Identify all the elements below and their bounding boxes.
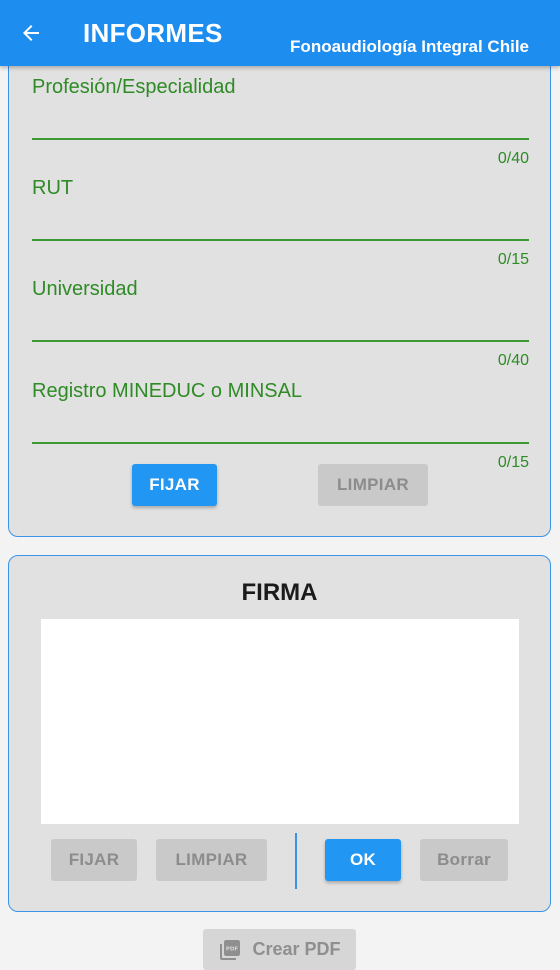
app-bar: INFORMES Fonoaudiología Integral Chile	[0, 0, 560, 66]
create-pdf-button[interactable]: PDF Crear PDF	[203, 929, 356, 970]
university-underline	[32, 340, 529, 342]
signature-card: FIRMA FIJAR LIMPIAR OK Borrar	[8, 555, 551, 912]
form-clear-button[interactable]: LIMPIAR	[318, 464, 428, 506]
signature-fix-button[interactable]: FIJAR	[51, 839, 137, 881]
registry-counter: 0/15	[497, 454, 529, 471]
signature-clear-button[interactable]: LIMPIAR	[156, 839, 267, 881]
rut-label: RUT	[32, 177, 74, 199]
signature-pad[interactable]	[41, 619, 519, 824]
university-label: Universidad	[32, 278, 138, 300]
button-divider	[295, 833, 297, 889]
signature-title: FIRMA	[241, 579, 318, 606]
registry-label: Registro MINEDUC o MINSAL	[32, 380, 303, 402]
back-button[interactable]	[16, 18, 46, 48]
rut-underline	[32, 239, 529, 241]
page-title: INFORMES	[83, 18, 223, 48]
profession-label: Profesión/Especialidad	[32, 76, 236, 98]
profession-underline	[32, 138, 529, 140]
profession-counter: 0/40	[497, 150, 529, 167]
create-pdf-label: Crear PDF	[252, 939, 341, 959]
svg-text:PDF: PDF	[226, 946, 239, 952]
signature-ok-button[interactable]: OK	[325, 839, 401, 881]
arrow-left-icon	[23, 25, 39, 41]
signature-erase-button[interactable]: Borrar	[420, 839, 508, 881]
rut-counter: 0/15	[497, 251, 529, 268]
pdf-file-icon: PDF	[220, 939, 241, 960]
profile-form-card: Profesión/Especialidad 0/40 RUT 0/15 Uni…	[8, 30, 551, 537]
university-counter: 0/40	[497, 352, 529, 369]
registry-underline	[32, 442, 529, 444]
form-fix-button[interactable]: FIJAR	[132, 464, 217, 506]
app-subtitle: Fonoaudiología Integral Chile	[290, 37, 529, 56]
